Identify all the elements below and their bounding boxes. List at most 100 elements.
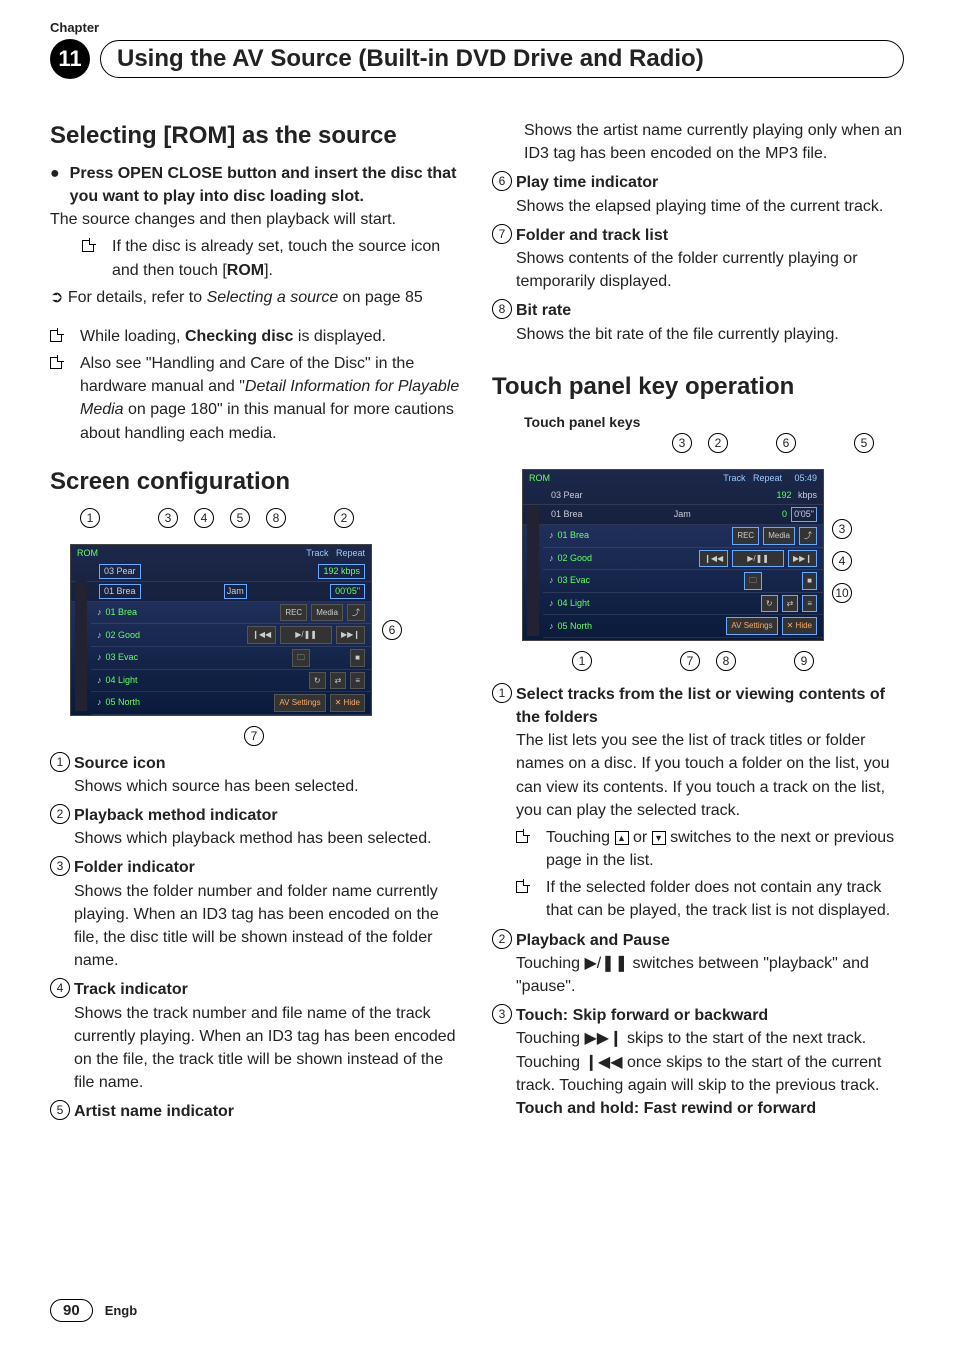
t: Artist name indicator	[74, 1103, 234, 1120]
def-folder-indicator: 3 Folder indicator Shows the folder numb…	[50, 856, 462, 972]
b: Shows the bit rate of the file currently…	[516, 326, 839, 343]
sub-note-paging: Touching ▲ or ▼ switches to the next or …	[516, 826, 904, 872]
ss-tr: 04 Light	[558, 597, 590, 610]
ss-av: AV Settings	[274, 694, 325, 712]
ss-top1: 03 Pear	[551, 489, 583, 502]
ss-av: AV Settings	[726, 617, 777, 635]
note-text: If the disc is already set, touch the so…	[112, 235, 462, 281]
section-touch-panel: Touch panel key operation	[492, 370, 904, 405]
ss-hide: Hide	[344, 698, 360, 707]
extra: Touch and hold: Fast rewind or forward	[516, 1100, 816, 1117]
n: 4	[50, 978, 70, 998]
page-up-icon: ▲	[615, 831, 629, 845]
callout: 4	[832, 551, 852, 571]
chapter-label: Chapter	[50, 20, 904, 35]
page-footer: 90 Engb	[50, 1299, 137, 1322]
callouts-top-right: 3 2 6 5	[492, 433, 904, 453]
callout-8: 8	[266, 508, 286, 528]
page-down-icon: ▼	[652, 831, 666, 845]
n: 3	[492, 1004, 512, 1024]
ss-tr: 02 Good	[106, 629, 141, 642]
left-column: Selecting [ROM] as the source ● Press OP…	[50, 119, 462, 1123]
t: Checking disc	[185, 328, 293, 345]
t: is displayed.	[293, 328, 386, 345]
ss-tr: 03 Evac	[558, 574, 591, 587]
note-icon	[82, 240, 94, 252]
right-column: Shows the artist name currently playing …	[492, 119, 904, 1123]
ss-tr: 01 Brea	[558, 529, 590, 542]
touch-key-defs: 1 Select tracks from the list or viewing…	[492, 683, 904, 1120]
n: 2	[492, 929, 512, 949]
lead-text: Press OPEN CLOSE button and insert the d…	[70, 162, 462, 208]
b: Touching ▶▶❙ skips to the start of the n…	[516, 1030, 881, 1093]
t: For details, refer to	[68, 289, 207, 306]
b: Shows which playback method has been sel…	[74, 830, 432, 847]
t: ].	[264, 262, 273, 279]
def-source-icon: 1 Source icon Shows which source has bee…	[50, 752, 462, 798]
callout-7: 7	[244, 726, 264, 746]
def-bit-rate: 8 Bit rate Shows the bit rate of the fil…	[492, 299, 904, 345]
page-number: 90	[50, 1299, 93, 1322]
note-icon	[516, 881, 528, 893]
chapter-header: 11 Using the AV Source (Built-in DVD Dri…	[50, 39, 904, 79]
t: on page 180" in this manual for more cau…	[80, 401, 454, 441]
bullet-icon: ●	[50, 162, 60, 208]
callout-5: 5	[230, 508, 250, 528]
callout-2: 2	[334, 508, 354, 528]
b: Shows the elapsed playing time of the cu…	[516, 198, 883, 215]
arrow-icon: ➲	[50, 289, 68, 306]
callout: 10	[832, 583, 852, 603]
ss-hide: Hide	[796, 621, 812, 630]
def-select-tracks: 1 Select tracks from the list or viewing…	[492, 683, 904, 923]
language-code: Engb	[105, 1303, 138, 1318]
touch-panel-subhead: Touch panel keys	[492, 412, 904, 432]
def-skip: 3 Touch: Skip forward or backward Touchi…	[492, 1004, 904, 1120]
screenshot-touch-keys: ROM Track Repeat 05:49 03 Pear 192 kbps …	[522, 469, 824, 641]
t: While loading,	[80, 328, 185, 345]
chapter-number-badge: 11	[50, 39, 90, 79]
t: on page 85	[338, 289, 423, 306]
ss-kbps: 192 kbps	[318, 564, 365, 579]
ss-tr: 03 Evac	[106, 651, 139, 664]
ss-jam: Jam	[224, 584, 247, 599]
b: Shows the track number and file name of …	[74, 1005, 456, 1092]
note-checking-disc: While loading, Checking disc is displaye…	[50, 325, 462, 348]
screen-config-defs-cont: 6 Play time indicator Shows the elapsed …	[492, 171, 904, 345]
b: Touching ▶/❚❚ switches between "playback…	[516, 955, 869, 995]
sub-note-empty-folder: If the selected folder does not contain …	[516, 876, 904, 922]
note-icon	[50, 330, 62, 342]
ss-media: Media	[763, 527, 795, 545]
n: 1	[50, 752, 70, 772]
ss-tr: 02 Good	[558, 552, 593, 565]
n: 2	[50, 804, 70, 824]
callout-3: 3	[158, 508, 178, 528]
def-playback-method: 2 Playback method indicator Shows which …	[50, 804, 462, 850]
def-folder-track-list: 7 Folder and track list Shows contents o…	[492, 224, 904, 294]
section-screen-config: Screen configuration	[50, 465, 462, 500]
chapter-title-wrap: Using the AV Source (Built-in DVD Drive …	[100, 40, 904, 78]
t: Play time indicator	[516, 174, 658, 191]
screen-config-defs: 1 Source icon Shows which source has bee…	[50, 752, 462, 1124]
screenshot-screen-config: ROM Track Repeat 03 Pear 192 kbps 01 Bre…	[70, 544, 372, 716]
note-text: While loading, Checking disc is displaye…	[80, 325, 386, 348]
ss-tr: 05 North	[106, 696, 141, 709]
ss-top1: 03 Pear	[99, 564, 141, 579]
n: 8	[492, 299, 512, 319]
t: ROM	[227, 262, 264, 279]
ss-media: Media	[311, 604, 343, 622]
t: Select tracks from the list or viewing c…	[516, 686, 885, 726]
b: The list lets you see the list of track …	[516, 732, 890, 819]
callout: 7	[680, 651, 700, 671]
t: If the disc is already set, touch the so…	[112, 238, 440, 278]
ss-rom: ROM	[77, 547, 98, 560]
t: Touch: Skip forward or backward	[516, 1007, 768, 1024]
t: Bit rate	[516, 302, 571, 319]
note-icon	[516, 831, 528, 843]
ss-tr: 05 North	[558, 620, 593, 633]
chapter-title: Using the AV Source (Built-in DVD Drive …	[117, 45, 704, 72]
xref-selecting-source: ➲ For details, refer to Selecting a sour…	[50, 286, 462, 309]
b: Shows the folder number and folder name …	[74, 883, 439, 970]
t: Playback and Pause	[516, 932, 670, 949]
callout: 9	[794, 651, 814, 671]
t: Selecting a source	[207, 289, 339, 306]
